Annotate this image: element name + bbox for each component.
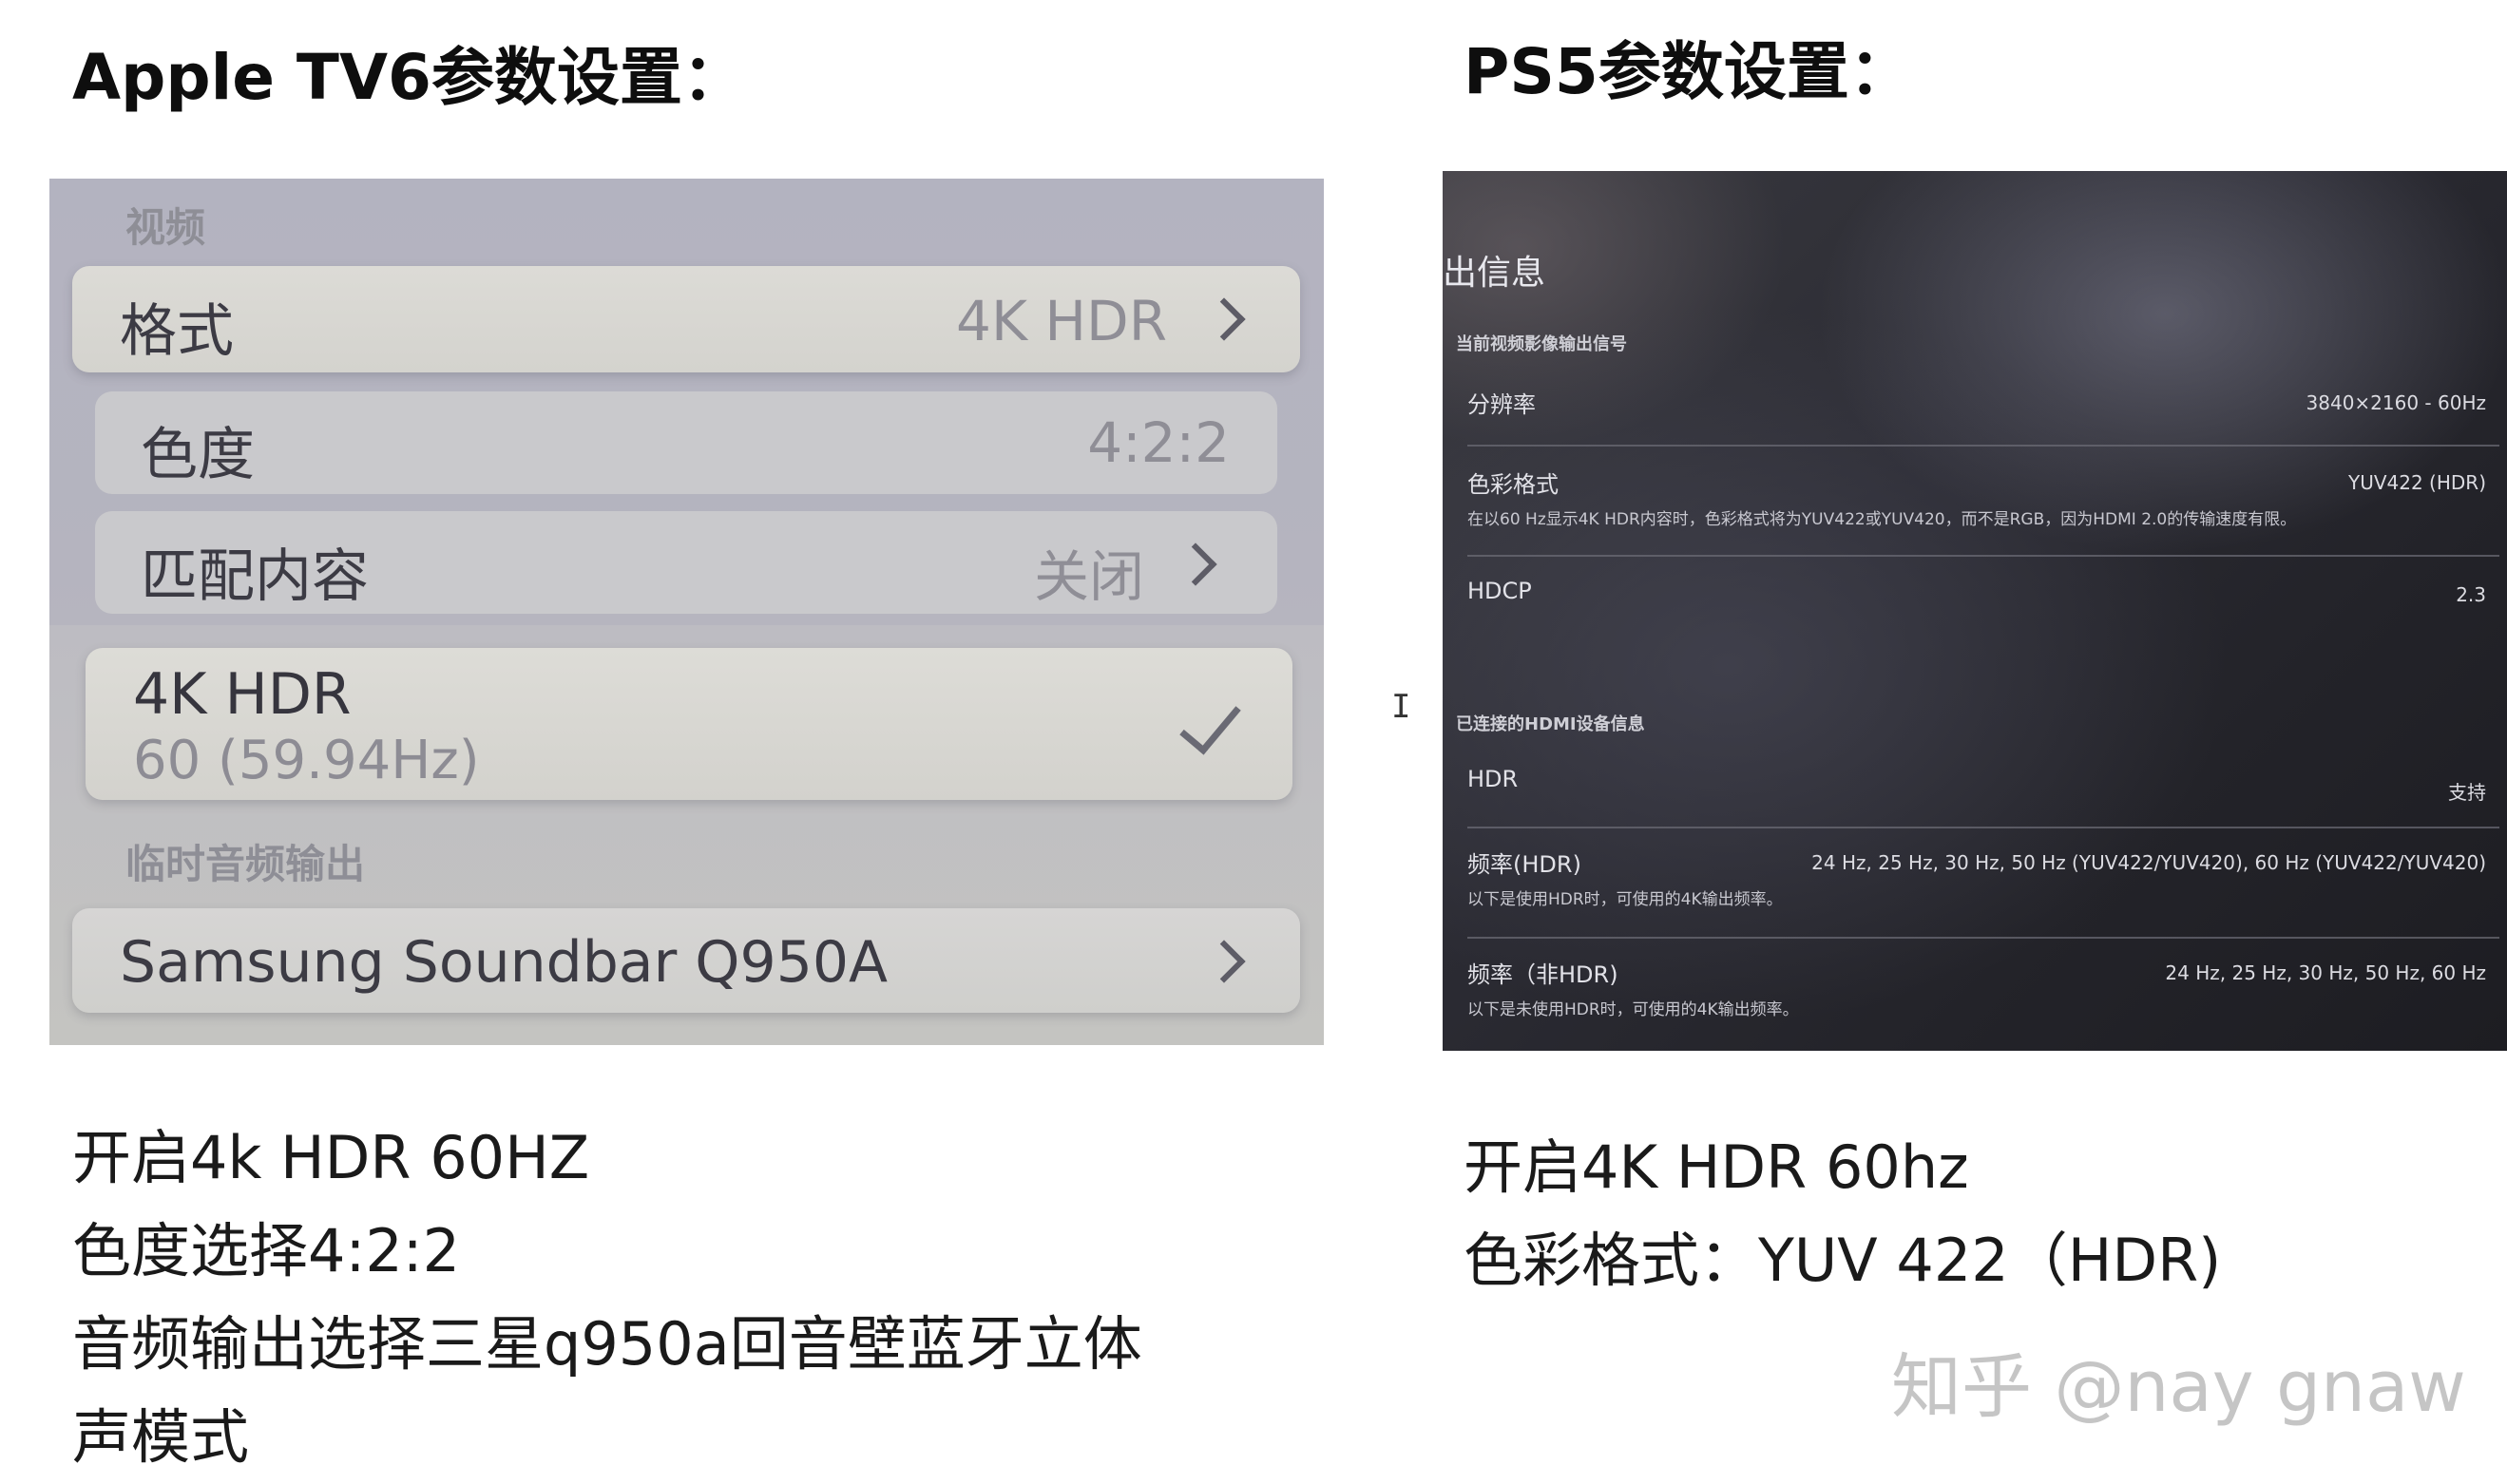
ps5-settings-photo: 出信息 当前视频影像输出信号 分辨率 3840×2160 - 60Hz 色彩格式…: [1443, 171, 2507, 1051]
caption-line: 开启4k HDR 60HZ: [72, 1123, 590, 1192]
chroma-row[interactable]: 色度 4:2:2: [95, 391, 1277, 494]
color-format-row[interactable]: 色彩格式 YUV422 (HDR) 在以60 Hz显示4K HDR内容时，色彩格…: [1467, 466, 2486, 542]
caption-line: 开启4K HDR 60hz: [1464, 1132, 1969, 1202]
hdr-frequency-label: 频率(HDR): [1467, 851, 1581, 878]
audio-device-row[interactable]: Samsung Soundbar Q950A: [72, 908, 1300, 1013]
chroma-value: 4:2:2: [1087, 410, 1230, 475]
caption-line: 色彩格式：YUV 422（HDR): [1464, 1226, 2222, 1295]
format-value: 4K HDR: [956, 289, 1167, 353]
match-content-value: 关闭: [1033, 544, 1144, 609]
non-hdr-frequency-label: 频率（非HDR): [1467, 961, 1618, 988]
caption-line: 色度选择4:2:2: [72, 1216, 461, 1285]
non-hdr-frequency-value: 24 Hz, 25 Hz, 30 Hz, 50 Hz, 60 Hz: [2165, 961, 2486, 984]
zhihu-watermark: 知乎 @nay gnaw: [1891, 1346, 2466, 1428]
match-content-row[interactable]: 匹配内容 关闭: [95, 511, 1277, 614]
divider: [1467, 445, 2499, 447]
divider: [1467, 555, 2499, 557]
hdr-frequency-row[interactable]: 频率(HDR) 24 Hz, 25 Hz, 30 Hz, 50 Hz (YUV4…: [1467, 846, 2486, 922]
format-label: 格式: [120, 298, 234, 365]
output-info-title: 出信息: [1443, 254, 1546, 293]
resolution-label: 分辨率: [1467, 391, 1536, 418]
resolution-row[interactable]: 分辨率 3840×2160 - 60Hz: [1467, 386, 2486, 443]
selected-format-subtitle: 60 (59.94Hz): [133, 730, 480, 791]
caption-line: 音频输出选择三星q950a回音壁蓝牙立体: [72, 1309, 1142, 1379]
current-output-section-label: 当前视频影像输出信号: [1456, 334, 1627, 354]
hdcp-value: 2.3: [2456, 583, 2486, 606]
hdmi-device-section-label: 已连接的HDMI设备信息: [1456, 714, 1645, 734]
apple-tv-heading: Apple TV6参数设置：: [72, 41, 745, 114]
divider: [1467, 937, 2499, 939]
chevron-right-icon: [1202, 940, 1246, 983]
color-format-value: YUV422 (HDR): [2347, 471, 2486, 494]
resolution-value: 3840×2160 - 60Hz: [2306, 391, 2486, 414]
selected-format-title: 4K HDR: [133, 661, 352, 728]
audio-output-section-label: 临时音频输出: [125, 841, 366, 887]
chevron-right-icon: [1174, 542, 1217, 586]
color-format-label: 色彩格式: [1467, 471, 1559, 498]
hdr-frequency-description: 以下是使用HDR时，可使用的4K输出频率。: [1467, 890, 1783, 909]
match-content-label: 匹配内容: [141, 543, 369, 610]
color-format-description: 在以60 Hz显示4K HDR内容时，色彩格式将为YUV422或YUV420，而…: [1467, 510, 2297, 529]
divider: [1467, 827, 2499, 828]
caption-line: 声模式: [72, 1402, 250, 1472]
non-hdr-frequency-row[interactable]: 频率（非HDR) 24 Hz, 25 Hz, 30 Hz, 50 Hz, 60 …: [1467, 956, 2486, 1032]
apple-tv-settings-photo: 视频 格式 4K HDR 色度 4:2:2 匹配内容 关闭 4K HDR 60 …: [49, 179, 1324, 1045]
audio-device-label: Samsung Soundbar Q950A: [120, 929, 889, 996]
chroma-label: 色度: [141, 422, 255, 488]
hdr-row[interactable]: HDR 支持: [1467, 766, 2486, 823]
ps5-heading: PS5参数设置：: [1464, 35, 1912, 108]
checkmark-icon: [1179, 690, 1241, 755]
selected-format-row[interactable]: 4K HDR 60 (59.94Hz): [86, 648, 1292, 800]
ps5-caption: 开启4K HDR 60hz 色彩格式：YUV 422（HDR): [1464, 1121, 2221, 1307]
non-hdr-frequency-description: 以下是未使用HDR时，可使用的4K输出频率。: [1467, 1000, 1799, 1019]
hdr-frequency-value: 24 Hz, 25 Hz, 30 Hz, 50 Hz (YUV422/YUV42…: [1811, 851, 2486, 874]
text-cursor-icon: I: [1391, 688, 1411, 726]
format-row[interactable]: 格式 4K HDR: [72, 266, 1300, 372]
video-section-label: 视频: [125, 204, 206, 251]
apple-tv-caption: 开启4k HDR 60HZ 色度选择4:2:2 音频输出选择三星q950a回音壁…: [72, 1112, 1142, 1484]
chevron-right-icon: [1202, 297, 1246, 341]
hdcp-label: HDCP: [1467, 578, 1532, 604]
hdr-value: 支持: [2448, 781, 2486, 804]
hdr-label: HDR: [1467, 766, 1519, 792]
hdcp-row[interactable]: HDCP 2.3: [1467, 578, 2486, 635]
